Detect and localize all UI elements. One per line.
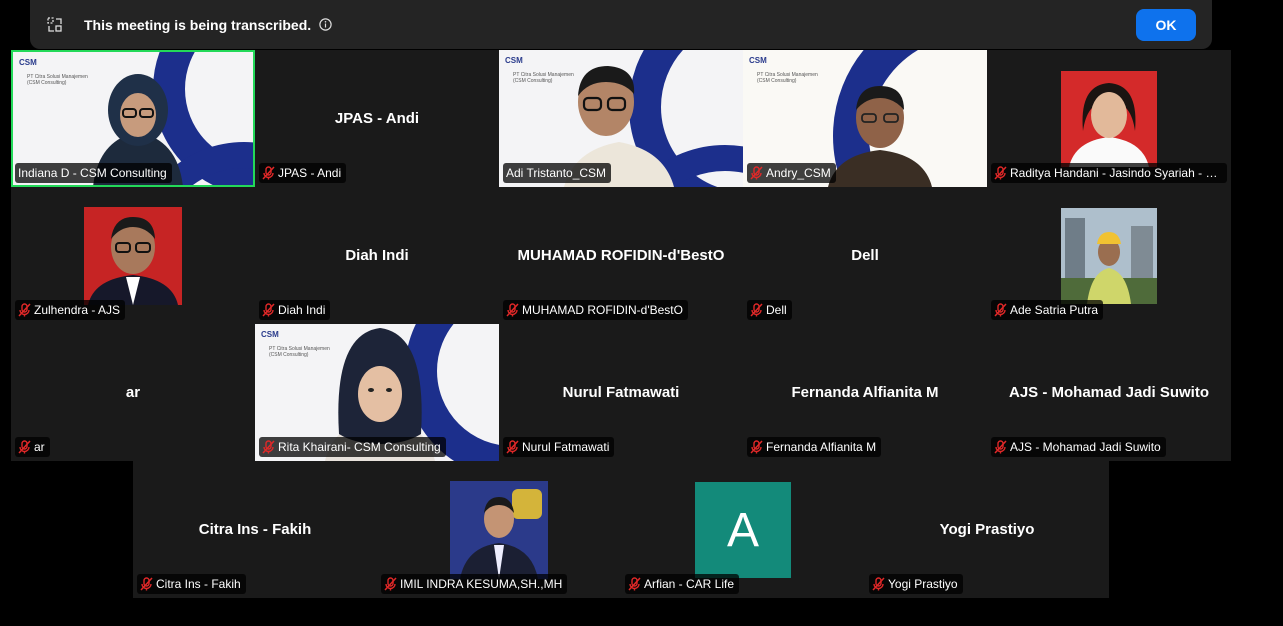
- video-tile[interactable]: Yogi Prastiyo Yogi Prastiyo: [865, 461, 1109, 598]
- muted-mic-icon: [140, 577, 153, 591]
- participant-name-label: Citra Ins - Fakih: [137, 574, 246, 594]
- video-tile[interactable]: A Arfian - CAR Life: [621, 461, 865, 598]
- participant-name-label: JPAS - Andi: [259, 163, 347, 183]
- muted-mic-icon: [750, 303, 763, 317]
- participant-name: Dell: [766, 303, 787, 317]
- muted-mic-icon: [262, 303, 275, 317]
- participant-name-label: MUHAMAD ROFIDIN-d'BestO: [503, 300, 688, 320]
- info-icon[interactable]: [319, 18, 332, 31]
- company-sub: (CSM Consulting): [269, 352, 309, 358]
- muted-mic-icon: [262, 440, 275, 454]
- participant-name-label: Fernanda Alfianita M: [747, 437, 882, 457]
- profile-photo: [1061, 208, 1157, 304]
- participant-name-label: Indiana D - CSM Consulting: [15, 163, 172, 183]
- participant-name: ar: [34, 440, 45, 454]
- participant-name-label: Yogi Prastiyo: [869, 574, 963, 594]
- muted-mic-icon: [750, 166, 763, 180]
- video-tile[interactable]: CSM PT Citra Solusi Manajemen (CSM Consul…: [255, 324, 499, 461]
- muted-mic-icon: [384, 577, 397, 591]
- csm-logo: CSM: [19, 58, 37, 67]
- participant-name: IMIL INDRA KESUMA,SH.,MH: [400, 577, 563, 591]
- muted-mic-icon: [18, 440, 31, 454]
- csm-logo: CSM: [749, 56, 767, 65]
- profile-photo: [450, 481, 548, 579]
- video-tile[interactable]: ar ar: [11, 324, 255, 461]
- video-tile[interactable]: Raditya Handani - Jasindo Syariah - Ja..…: [987, 50, 1231, 187]
- participant-name: Arfian - CAR Life: [644, 577, 735, 591]
- muted-mic-icon: [18, 303, 31, 317]
- muted-mic-icon: [750, 440, 763, 454]
- csm-logo: CSM: [261, 330, 279, 339]
- muted-mic-icon: [994, 440, 1007, 454]
- company-sub: (CSM Consulting): [757, 78, 797, 84]
- participant-name-label: Arfian - CAR Life: [625, 574, 740, 594]
- participant-name: MUHAMAD ROFIDIN-d'BestO: [522, 303, 683, 317]
- banner-message: This meeting is being transcribed.: [84, 16, 312, 33]
- muted-mic-icon: [506, 303, 519, 317]
- participant-name-label: Adi Tristanto_CSM: [503, 163, 612, 183]
- participant-name: JPAS - Andi: [278, 166, 342, 180]
- video-tile[interactable]: Citra Ins - Fakih Citra Ins - Fakih: [133, 461, 377, 598]
- video-tile[interactable]: MUHAMAD ROFIDIN-d'BestO MUHAMAD ROFIDIN-…: [499, 187, 743, 324]
- participant-name-label: Zulhendra - AJS: [15, 300, 126, 320]
- participant-name: Citra Ins - Fakih: [156, 577, 241, 591]
- transcription-banner: This meeting is being transcribed. OK: [30, 0, 1212, 49]
- participant-name-label: Ade Satria Putra: [991, 300, 1104, 320]
- participant-video: [828, 86, 932, 187]
- participant-name-label: Raditya Handani - Jasindo Syariah - Ja..…: [991, 163, 1227, 183]
- participant-name-label: Diah Indi: [259, 300, 331, 320]
- participant-name-label: Dell: [747, 300, 792, 320]
- muted-mic-icon: [994, 303, 1007, 317]
- video-tile[interactable]: Zulhendra - AJS: [11, 187, 255, 324]
- participant-name-label: AJS - Mohamad Jadi Suwito: [991, 437, 1166, 457]
- participant-name-label: ar: [15, 437, 50, 457]
- profile-photo: [1061, 71, 1157, 167]
- muted-mic-icon: [628, 577, 641, 591]
- participant-name: Fernanda Alfianita M: [766, 440, 877, 454]
- muted-mic-icon: [994, 166, 1007, 180]
- company-sub: (CSM Consulting): [513, 78, 553, 84]
- video-tile[interactable]: CSM PT Citra Solusi Manajemen (CSM Consul…: [11, 50, 255, 187]
- muted-mic-icon: [506, 440, 519, 454]
- participant-name: AJS - Mohamad Jadi Suwito: [1010, 440, 1161, 454]
- participant-name: Rita Khairani- CSM Consulting: [278, 440, 441, 454]
- participant-name-label: Andry_CSM: [747, 163, 836, 183]
- video-tile[interactable]: CSM PT Citra Solusi Manajemen (CSM Consul…: [743, 50, 987, 187]
- company-sub: (CSM Consulting): [27, 80, 67, 86]
- participant-name-label: IMIL INDRA KESUMA,SH.,MH: [381, 574, 568, 594]
- video-tile[interactable]: Diah Indi Diah Indi: [255, 187, 499, 324]
- participant-name: Ade Satria Putra: [1010, 303, 1099, 317]
- video-tile[interactable]: AJS - Mohamad Jadi Suwito AJS - Mohamad …: [987, 324, 1231, 461]
- video-tile[interactable]: Ade Satria Putra: [987, 187, 1231, 324]
- ok-button[interactable]: OK: [1136, 8, 1196, 41]
- muted-mic-icon: [872, 577, 885, 591]
- participant-name-label: Nurul Fatmawati: [503, 437, 615, 457]
- video-tile[interactable]: Dell Dell: [743, 187, 987, 324]
- video-tile[interactable]: Fernanda Alfianita M Fernanda Alfianita …: [743, 324, 987, 461]
- transcript-icon: [46, 16, 64, 34]
- participant-name-label: Rita Khairani- CSM Consulting: [259, 437, 446, 457]
- participant-name: Raditya Handani - Jasindo Syariah - Ja..…: [1010, 166, 1222, 180]
- muted-mic-icon: [262, 166, 275, 180]
- participant-name: Andry_CSM: [766, 166, 831, 180]
- video-tile[interactable]: JPAS - Andi JPAS - Andi: [255, 50, 499, 187]
- video-tile[interactable]: Nurul Fatmawati Nurul Fatmawati: [499, 324, 743, 461]
- avatar: A: [695, 482, 791, 578]
- profile-photo: [84, 207, 182, 305]
- participant-name: Adi Tristanto_CSM: [506, 166, 607, 180]
- participant-name: Indiana D - CSM Consulting: [18, 166, 167, 180]
- csm-logo: CSM: [505, 56, 523, 65]
- participant-name: Nurul Fatmawati: [522, 440, 610, 454]
- video-tile[interactable]: IMIL INDRA KESUMA,SH.,MH: [377, 461, 621, 598]
- participant-name: Zulhendra - AJS: [34, 303, 121, 317]
- video-tile[interactable]: CSM PT Citra Solusi Manajemen (CSM Consul…: [499, 50, 743, 187]
- participant-name: Yogi Prastiyo: [888, 577, 958, 591]
- participant-name: Diah Indi: [278, 303, 326, 317]
